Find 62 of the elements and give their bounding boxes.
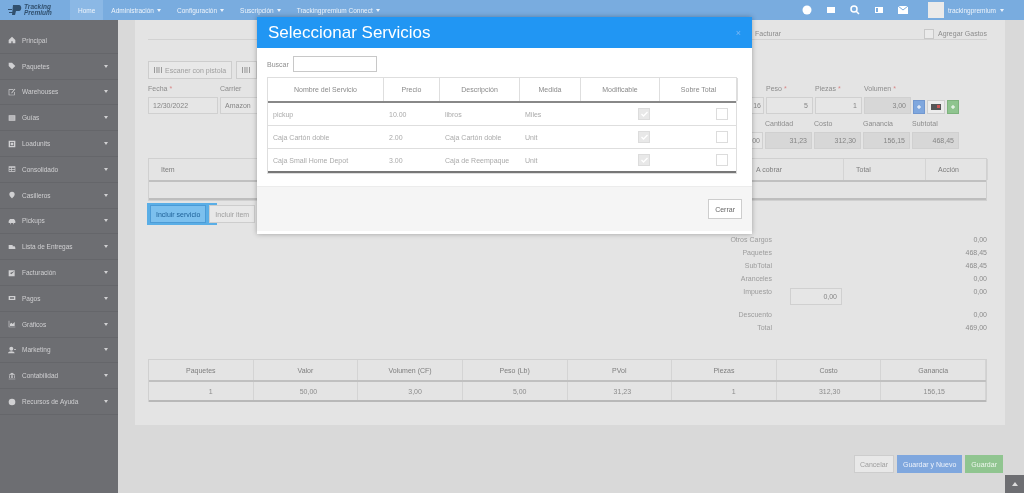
sidebar-item-icon <box>8 345 16 354</box>
caret-icon <box>104 374 108 378</box>
checkbox[interactable] <box>716 131 728 143</box>
sidebar-item-icon <box>8 371 16 380</box>
checkbox[interactable] <box>716 108 728 120</box>
caret-icon <box>104 90 108 94</box>
sidebar-item-icon <box>8 242 16 251</box>
chevron-up-icon <box>1011 482 1018 486</box>
sidebar-item-icon <box>8 320 16 329</box>
check-icon <box>640 111 648 117</box>
caret-icon <box>104 271 108 275</box>
caret-icon <box>104 219 108 223</box>
sidebar-item-icon <box>8 36 16 45</box>
add-button[interactable] <box>947 100 959 114</box>
avatar-icon[interactable] <box>927 2 944 18</box>
caret-icon <box>104 296 108 300</box>
caret-icon <box>157 8 161 12</box>
mail-icon[interactable] <box>897 5 908 15</box>
image-icon <box>931 104 941 110</box>
sidebar-item-icon <box>8 397 16 406</box>
logo-icon <box>8 4 22 16</box>
sidebar-item-icon <box>8 191 16 200</box>
sidebar-item-icon <box>8 88 16 96</box>
sidebar-item-icon <box>8 62 16 71</box>
caret-icon <box>104 245 108 249</box>
caret-icon <box>276 8 281 12</box>
card-icon[interactable] <box>873 5 884 15</box>
caret-icon <box>104 64 108 68</box>
caret-icon <box>104 348 108 352</box>
search-field[interactable] <box>292 56 377 72</box>
check-icon <box>640 157 648 163</box>
caret-icon <box>104 142 108 146</box>
caret-icon <box>104 167 108 171</box>
caret-icon <box>1000 8 1004 12</box>
plus-icon <box>951 105 955 109</box>
checkbox[interactable] <box>638 108 650 120</box>
check-icon <box>640 134 648 140</box>
search-icon[interactable] <box>849 5 860 15</box>
caret-icon <box>375 8 380 12</box>
checkbox[interactable] <box>716 154 728 166</box>
caret-icon <box>104 322 108 326</box>
caret-icon <box>104 116 108 120</box>
plus-icon <box>917 105 921 109</box>
sidebar-item-icon <box>8 216 16 225</box>
sidebar-item-icon <box>8 294 16 303</box>
barcode-button[interactable] <box>236 61 258 79</box>
checkbox[interactable] <box>638 131 650 143</box>
caret-icon <box>220 8 225 12</box>
sidebar-item-icon <box>8 268 16 277</box>
add-button[interactable] <box>913 100 925 114</box>
caret-icon <box>104 400 108 404</box>
sidebar-item-icon <box>8 113 16 122</box>
checkbox[interactable] <box>923 28 934 39</box>
scroll-top-button[interactable] <box>1005 475 1024 493</box>
dialog-title: Seleccionar Servicios <box>268 22 431 43</box>
barcode-icon <box>154 67 163 73</box>
sidebar-item-icon <box>8 165 16 174</box>
image-button[interactable] <box>927 100 945 114</box>
barcode-icon <box>242 67 252 73</box>
caret-icon <box>104 193 108 197</box>
sidebar-item-icon <box>8 139 16 148</box>
checkbox[interactable] <box>638 154 650 166</box>
